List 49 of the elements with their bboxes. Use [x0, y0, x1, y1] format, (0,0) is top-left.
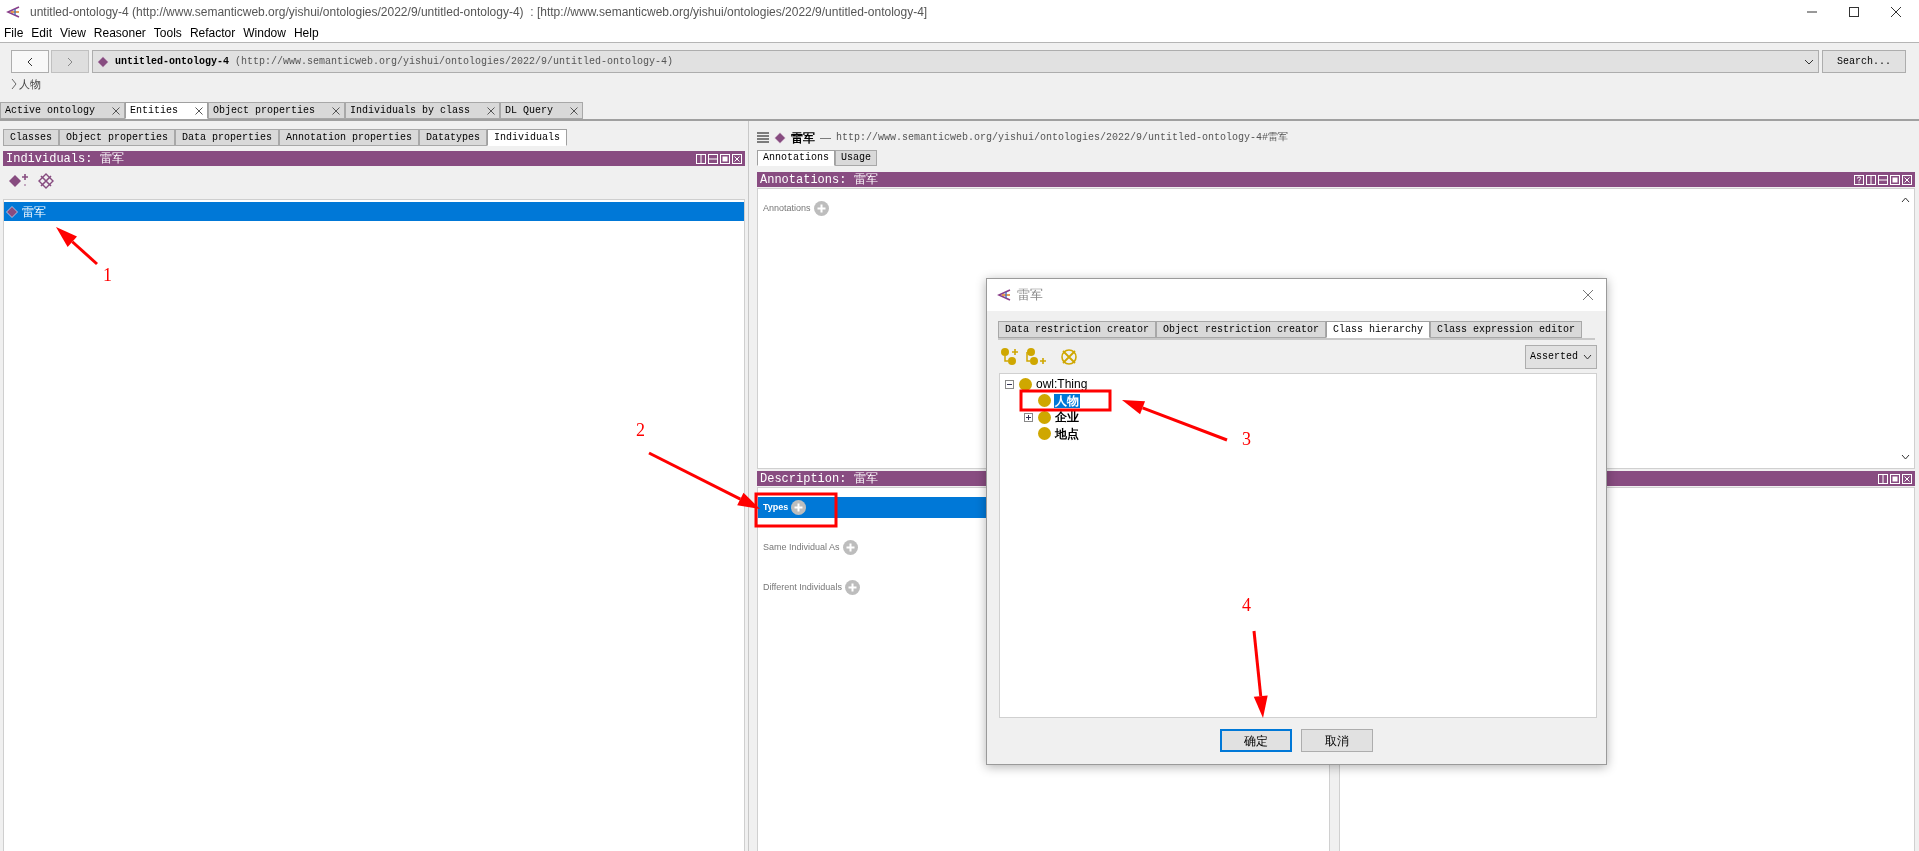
- tree-item[interactable]: 人物: [1054, 393, 1080, 408]
- separator-text: —: [820, 130, 831, 146]
- tab[interactable]: Active ontology: [0, 102, 125, 119]
- menu-item[interactable]: Help: [293, 24, 319, 42]
- tab[interactable]: Usage: [835, 150, 878, 166]
- tree-item[interactable]: owl:Thing: [1035, 377, 1089, 392]
- entity-name: 雷军: [791, 129, 815, 147]
- menu-item[interactable]: Tools: [153, 24, 182, 42]
- callout-number: 4: [1242, 596, 1251, 614]
- tab[interactable]: Object restriction creator: [1156, 321, 1327, 338]
- dialog-button[interactable]: 取消: [1301, 729, 1373, 752]
- window-title: untitled-ontology-4 (http://www.semanticweb.org/yishui/ontologies/2022/9/untitled-ontology-4) : [http://www.semanticweb.org/yishui/ontologies/2022/9/untitled-ontology-4]: [30, 4, 928, 21]
- dialog-button[interactable]: 确定: [1220, 729, 1292, 752]
- callout-number: 3: [1242, 430, 1251, 448]
- menu-item[interactable]: File: [4, 24, 24, 42]
- list-item[interactable]: 雷军: [4, 202, 744, 221]
- section-label: Annotations: [763, 201, 811, 215]
- tab[interactable]: Class hierarchy: [1326, 321, 1431, 338]
- panel-title: Individuals: 雷军: [6, 152, 124, 165]
- menu-item[interactable]: View: [60, 24, 86, 42]
- tab[interactable]: Individuals: [487, 129, 568, 146]
- ontology-selector[interactable]: untitled-ontology-4 (http://www.semanticweb.org/yishui/ontologies/2022/9/untitled-ontology-4): [92, 50, 1819, 73]
- tab[interactable]: Individuals by class: [345, 102, 501, 119]
- mode-dropdown[interactable]: Asserted: [1525, 344, 1597, 369]
- tab[interactable]: Datatypes: [419, 129, 488, 146]
- tab[interactable]: Classes: [3, 129, 59, 146]
- breadcrumb-item[interactable]: 人物: [19, 76, 41, 93]
- panel-title: Annotations: 雷军: [760, 173, 878, 186]
- tab[interactable]: Class expression editor: [1430, 321, 1583, 338]
- tab[interactable]: Data restriction creator: [998, 321, 1157, 338]
- panel-title: Description: 雷军: [760, 472, 878, 485]
- tab[interactable]: Annotation properties: [279, 129, 420, 146]
- dialog-title: 雷军: [1017, 286, 1043, 305]
- tab[interactable]: Entities: [125, 102, 209, 119]
- tab[interactable]: Data properties: [175, 129, 280, 146]
- menu-item[interactable]: Window: [243, 24, 286, 42]
- callout-number: 2: [636, 421, 645, 439]
- tab[interactable]: Annotations: [757, 150, 835, 166]
- menu-item[interactable]: Reasoner: [93, 24, 146, 42]
- tab[interactable]: Object properties: [59, 129, 176, 146]
- tree-item[interactable]: 企业: [1054, 410, 1080, 425]
- tree-item[interactable]: 地点: [1054, 426, 1080, 441]
- callout-number: 1: [103, 266, 112, 284]
- menu-item[interactable]: Edit: [31, 24, 53, 42]
- entity-iri: http://www.semanticweb.org/yishui/ontologies/2022/9/untitled-ontology-4#雷军: [836, 131, 1289, 145]
- search-button[interactable]: Search...: [1822, 50, 1906, 73]
- tab[interactable]: Object properties: [208, 102, 346, 119]
- tab[interactable]: DL Query: [500, 102, 584, 119]
- menu-item[interactable]: Refactor: [189, 24, 236, 42]
